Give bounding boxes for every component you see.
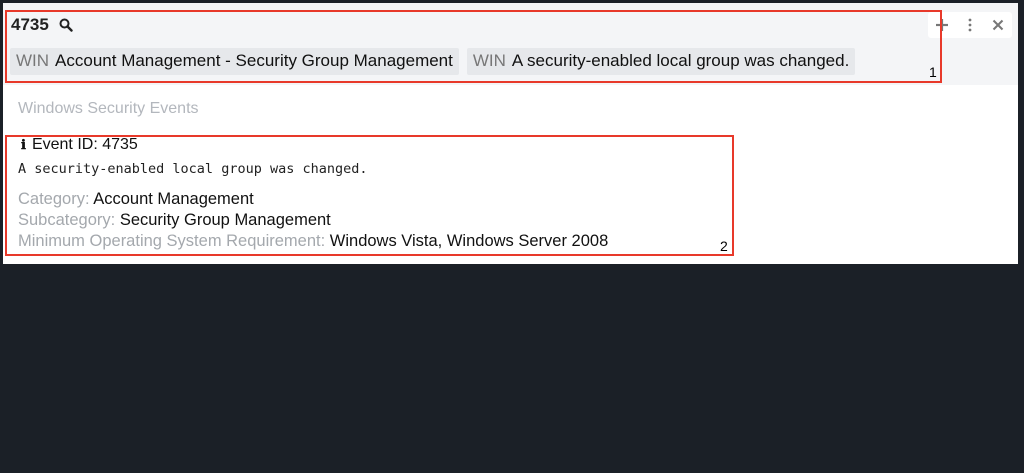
- close-icon: [992, 19, 1004, 31]
- annotation-label-1: 1: [929, 64, 937, 80]
- annotation-label-2: 2: [720, 238, 728, 254]
- annotation-box-2: [5, 135, 734, 256]
- annotation-box-1: [5, 10, 942, 83]
- more-vertical-icon: [968, 18, 972, 32]
- close-button[interactable]: [984, 12, 1012, 38]
- section-title: Windows Security Events: [18, 100, 199, 117]
- more-options-button[interactable]: [956, 12, 984, 38]
